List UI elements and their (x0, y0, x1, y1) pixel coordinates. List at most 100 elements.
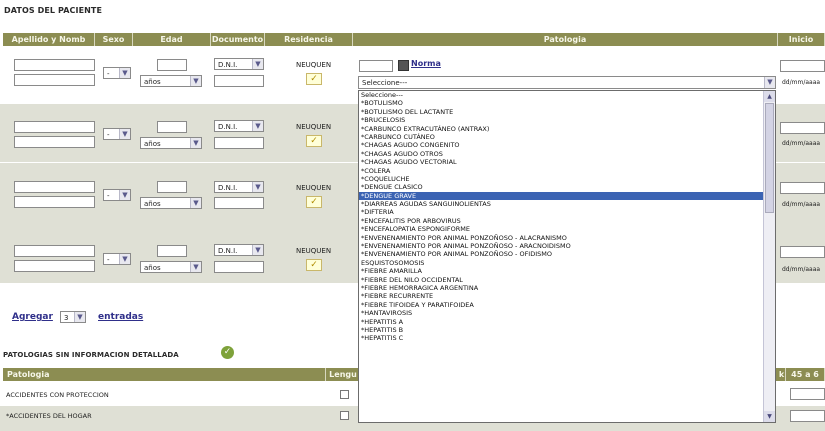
doc-type-select[interactable]: D.N.I. ▼ (214, 244, 264, 256)
apellido-input[interactable] (14, 59, 95, 71)
doc-number-input[interactable] (214, 261, 264, 273)
col-documento: Documento (211, 33, 265, 46)
dropdown-option[interactable]: Seleccione--- (359, 91, 775, 99)
dropdown-option[interactable]: *FIEBRE RECURRENTE (359, 292, 775, 300)
pathology-code-input[interactable] (359, 60, 393, 72)
edad-input[interactable] (157, 121, 187, 133)
chevron-down-icon: ▼ (190, 138, 201, 148)
count-input[interactable] (790, 410, 825, 422)
dropdown-option[interactable]: *DIARREAS AGUDAS SANGUINOLIENTAS (359, 200, 775, 208)
edad-input[interactable] (157, 245, 187, 257)
dropdown-option[interactable]: *HEPATITIS B (359, 326, 775, 334)
col-edad: Edad (133, 33, 211, 46)
dropdown-option[interactable]: *CHAGAS AGUDO VECTORIAL (359, 158, 775, 166)
inicio-input[interactable] (780, 246, 825, 258)
dropdown-option[interactable]: *CARBUNCO CUTÁNEO (359, 133, 775, 141)
book-icon[interactable] (398, 60, 409, 71)
edad-unit-select[interactable]: años ▼ (140, 197, 202, 209)
patient-section-title: DATOS DEL PACIENTE (4, 6, 103, 15)
inicio-input[interactable] (780, 122, 825, 134)
dropdown-option[interactable]: *FIEBRE DEL NILO OCCIDENTAL (359, 276, 775, 284)
apellido-input[interactable] (14, 121, 95, 133)
edad-input[interactable] (157, 181, 187, 193)
scroll-thumb[interactable] (765, 103, 774, 213)
dropdown-option[interactable]: *COLERA (359, 167, 775, 175)
patient-table-header: Apellido y Nomb Sexo Edad Documento Resi… (3, 33, 825, 46)
doc-type-select[interactable]: D.N.I. ▼ (214, 181, 264, 193)
dropdown-option[interactable]: *DIFTERIA (359, 208, 775, 216)
sexo-select[interactable]: - ▼ (103, 253, 131, 265)
dropdown-option[interactable]: *HANTAVIROSIS (359, 309, 775, 317)
agregar-link[interactable]: Agregar (12, 312, 53, 322)
dropdown-option[interactable]: *BOTULISMO DEL LACTANTE (359, 108, 775, 116)
dropdown-option[interactable]: *CARBUNCO EXTRACUTÁNEO (ANTRAX) (359, 125, 775, 133)
check-icon[interactable]: ✓ (306, 73, 322, 85)
check-icon[interactable]: ✓ (306, 196, 322, 208)
pathology-dropdown-list[interactable]: Seleccione--- *BOTULISMO *BOTULISMO DEL LA… (358, 90, 776, 423)
apellido-input[interactable] (14, 181, 95, 193)
nombre-input[interactable] (14, 136, 95, 148)
dropdown-option[interactable]: *ENCEFALOPATIA ESPONGIFORME (359, 225, 775, 233)
doc-type-select[interactable]: D.N.I. ▼ (214, 120, 264, 132)
doc-type-select[interactable]: D.N.I. ▼ (214, 58, 264, 70)
chevron-down-icon: ▼ (252, 121, 263, 131)
dropdown-scrollbar[interactable]: ▲ ▼ (763, 91, 775, 422)
dropdown-option[interactable]: *DENGUE CLASICO (359, 183, 775, 191)
inicio-input[interactable] (780, 182, 825, 194)
norma-link[interactable]: Norma (411, 59, 441, 68)
doc-number-input[interactable] (214, 75, 264, 87)
dropdown-option[interactable]: *DENGUE GRAVE (359, 191, 775, 201)
dropdown-option[interactable]: *CHAGAS AGUDO OTROS (359, 150, 775, 158)
dropdown-option[interactable]: *BRUCELOSIS (359, 116, 775, 124)
edad-unit-select[interactable]: años ▼ (140, 75, 202, 87)
sexo-select[interactable]: - ▼ (103, 67, 131, 79)
sexo-select[interactable]: - ▼ (103, 128, 131, 140)
dropdown-option[interactable]: ESQUISTOSOMOSIS (359, 259, 775, 267)
pathology-select[interactable]: Seleccione--- ▼ (358, 76, 776, 89)
entradas-link[interactable]: entradas (98, 312, 143, 322)
dropdown-option[interactable]: *BOTULISMO (359, 99, 775, 107)
sexo-select[interactable]: - ▼ (103, 189, 131, 201)
row-checkbox[interactable] (340, 390, 349, 399)
inicio-input[interactable] (780, 60, 825, 72)
dropdown-option[interactable]: *ENVENENAMIENTO POR ANIMAL PONZOÑOSO - A… (359, 234, 775, 242)
chevron-down-icon: ▼ (74, 312, 85, 322)
row-checkbox[interactable] (340, 411, 349, 420)
sexo-value: - (107, 192, 110, 200)
edad-unit-select[interactable]: años ▼ (140, 137, 202, 149)
dropdown-option[interactable]: *FIEBRE TIFOIDEA Y PARATIFOIDEA (359, 301, 775, 309)
dropdown-option[interactable]: *FIEBRE AMARILLA (359, 267, 775, 275)
col-k: k (778, 368, 786, 381)
nombre-input[interactable] (14, 74, 95, 86)
nombre-input[interactable] (14, 196, 95, 208)
doc-number-input[interactable] (214, 197, 264, 209)
chevron-down-icon: ▼ (252, 245, 263, 255)
dropdown-option[interactable]: *HEPATITIS C (359, 334, 775, 342)
dropdown-option[interactable]: *HEPATITIS A (359, 318, 775, 326)
dropdown-option[interactable]: *FIEBRE HEMORRAGICA ARGENTINA (359, 284, 775, 292)
nombre-input[interactable] (14, 260, 95, 272)
residencia-value: NEUQUEN (296, 123, 332, 131)
agregar-count-select[interactable]: 3 ▼ (60, 311, 86, 323)
doc-number-input[interactable] (214, 137, 264, 149)
chevron-down-icon: ▼ (119, 68, 130, 78)
residencia-value: NEUQUEN (296, 184, 332, 192)
chevron-down-icon: ▼ (119, 129, 130, 139)
leaf-icon[interactable]: ✓ (221, 346, 234, 359)
dropdown-option[interactable]: *CHAGAS AGUDO CONGENITO (359, 141, 775, 149)
dropdown-option[interactable]: *COQUELUCHE (359, 175, 775, 183)
dropdown-option[interactable]: *ENVENENAMIENTO POR ANIMAL PONZOÑOSO - O… (359, 250, 775, 258)
chevron-down-icon: ▼ (190, 262, 201, 272)
check-icon[interactable]: ✓ (306, 259, 322, 271)
chevron-down-icon: ▼ (119, 254, 130, 264)
apellido-input[interactable] (14, 245, 95, 257)
chevron-down-icon: ▼ (190, 76, 201, 86)
dropdown-option[interactable]: *ENCEFALITIS POR ARBOVIRUS (359, 217, 775, 225)
count-input[interactable] (790, 388, 825, 400)
edad-unit-select[interactable]: años ▼ (140, 261, 202, 273)
dropdown-option[interactable]: *ENVENENAMIENTO POR ANIMAL PONZOÑOSO - A… (359, 242, 775, 250)
check-icon[interactable]: ✓ (306, 135, 322, 147)
edad-input[interactable] (157, 59, 187, 71)
scroll-up-icon[interactable]: ▲ (764, 91, 775, 102)
scroll-down-icon[interactable]: ▼ (764, 411, 775, 422)
